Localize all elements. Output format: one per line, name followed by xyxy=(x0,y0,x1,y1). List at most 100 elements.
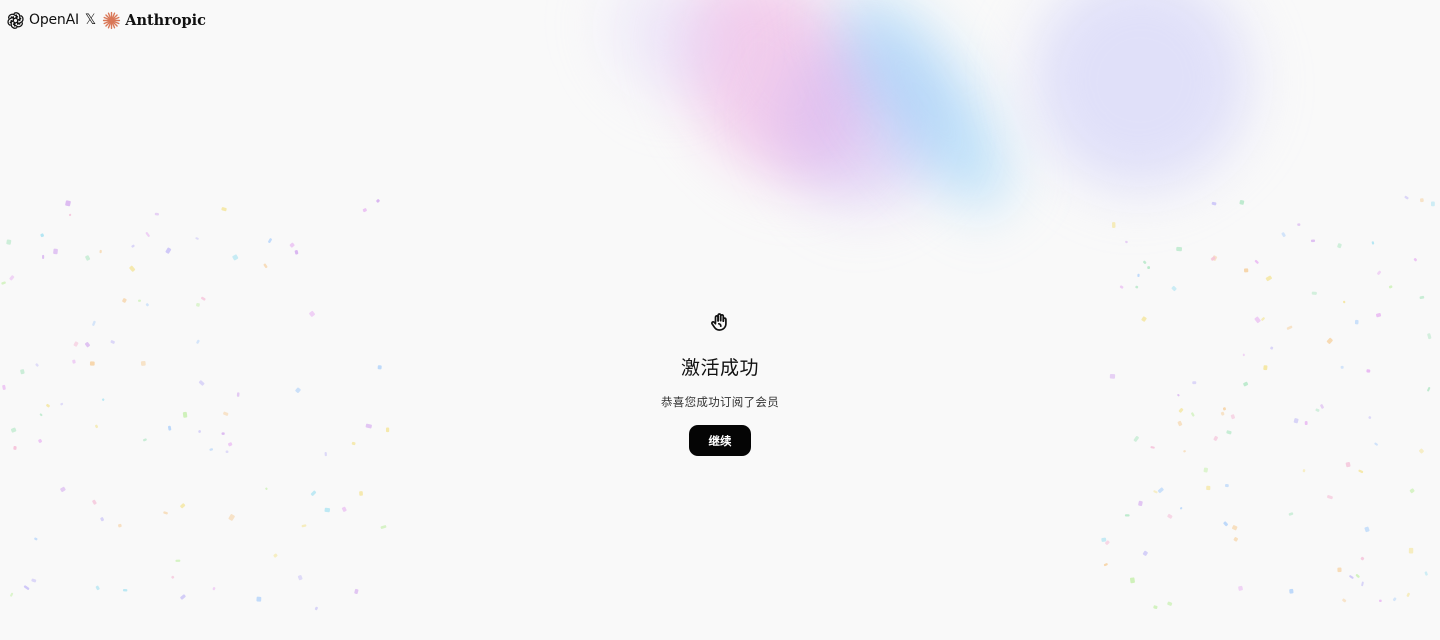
openai-wordmark: OpenAI xyxy=(29,12,79,28)
background-glow-soft xyxy=(582,0,748,120)
confetti-piece xyxy=(1409,488,1415,494)
openai-logo-icon xyxy=(6,11,25,30)
confetti-piece xyxy=(263,263,268,269)
confetti-piece xyxy=(129,265,136,272)
confetti-piece xyxy=(31,578,37,583)
confetti-piece xyxy=(165,247,172,254)
confetti-piece xyxy=(40,233,44,238)
confetti-piece xyxy=(1378,599,1382,603)
confetti-piece xyxy=(42,254,45,260)
confetti-piece xyxy=(1105,540,1110,545)
confetti-piece xyxy=(1243,268,1249,273)
confetti-piece xyxy=(359,491,363,496)
confetti-piece xyxy=(301,524,307,528)
confetti-piece xyxy=(1238,585,1243,591)
confetti-piece xyxy=(9,275,15,281)
confetti-piece xyxy=(145,303,149,307)
confetti-piece xyxy=(1377,270,1382,275)
confetti-piece xyxy=(1223,521,1228,527)
confetti-piece xyxy=(1392,597,1397,602)
confetti-piece xyxy=(1239,199,1245,205)
confetti-piece xyxy=(1358,469,1364,474)
confetti-piece xyxy=(1143,260,1147,264)
confetti-piece xyxy=(1431,201,1435,207)
confetti-piece xyxy=(1364,526,1370,533)
confetti-piece xyxy=(53,248,58,255)
confetti-piece xyxy=(1210,256,1216,261)
confetti-piece xyxy=(221,207,227,212)
confetti-piece xyxy=(1388,285,1393,289)
confetti-piece xyxy=(1124,514,1130,517)
confetti-piece xyxy=(195,237,199,240)
confetti-piece xyxy=(1180,507,1183,510)
confetti-piece xyxy=(1337,243,1342,249)
confetti-piece xyxy=(122,589,128,592)
success-message: 恭喜您成功订阅了会员 xyxy=(661,395,779,409)
confetti-piece xyxy=(341,506,347,512)
brand-bar: OpenAI 𝕏 Anthropic xyxy=(6,10,206,30)
confetti-piece xyxy=(1167,601,1173,606)
confetti-piece xyxy=(180,594,186,600)
background-glow-lavender xyxy=(989,0,1291,231)
confetti-piece xyxy=(1413,258,1417,262)
activation-success-panel: 激活成功 恭喜您成功订阅了会员 继续 xyxy=(0,310,1440,456)
confetti-piece xyxy=(1408,547,1414,554)
background-glow-pink xyxy=(639,0,911,218)
confetti-piece xyxy=(1167,513,1173,519)
confetti-piece xyxy=(180,503,186,509)
confetti-piece xyxy=(92,499,97,505)
confetti-piece xyxy=(1254,259,1259,264)
confetti-piece xyxy=(324,507,331,513)
hand-icon xyxy=(708,310,732,334)
confetti-piece xyxy=(6,239,12,245)
x-separator: 𝕏 xyxy=(84,12,97,28)
confetti-piece xyxy=(1424,571,1428,576)
confetti-piece xyxy=(138,299,142,302)
background-glow-blue xyxy=(813,0,1037,233)
confetti-piece xyxy=(376,199,380,203)
confetti-piece xyxy=(265,487,268,490)
page-title: 激活成功 xyxy=(680,357,759,379)
confetti-piece xyxy=(1171,285,1177,292)
confetti-piece xyxy=(60,486,66,492)
continue-button[interactable]: 继续 xyxy=(689,425,751,456)
confetti-piece xyxy=(380,525,387,529)
anthropic-wordmark: Anthropic xyxy=(125,11,207,29)
confetti-piece xyxy=(1342,300,1346,304)
confetti-piece xyxy=(1327,495,1333,500)
confetti-piece xyxy=(1153,490,1158,494)
confetti-piece xyxy=(1345,461,1351,468)
confetti-piece xyxy=(212,587,216,591)
confetti-piece xyxy=(232,254,239,261)
confetti-piece xyxy=(131,244,135,248)
confetti-piece xyxy=(1342,598,1347,603)
confetti-piece xyxy=(1142,550,1148,556)
confetti-piece xyxy=(1404,195,1409,200)
confetti-piece xyxy=(1288,512,1294,516)
confetti-piece xyxy=(1129,577,1135,584)
confetti-piece xyxy=(1265,275,1272,282)
confetti-piece xyxy=(1371,241,1375,245)
confetti-piece xyxy=(145,231,150,237)
confetti-piece xyxy=(23,585,30,590)
confetti-piece xyxy=(1153,605,1158,610)
confetti-piece xyxy=(1419,295,1425,300)
confetti-piece xyxy=(65,200,71,207)
confetti-piece xyxy=(100,517,104,522)
confetti-piece xyxy=(1203,467,1208,473)
confetti-piece xyxy=(1147,266,1151,269)
confetti-piece xyxy=(1119,285,1124,289)
confetti-piece xyxy=(354,588,359,595)
confetti-piece xyxy=(95,585,100,591)
confetti-piece xyxy=(118,523,122,528)
confetti-piece xyxy=(297,575,303,581)
confetti-piece xyxy=(289,242,295,248)
confetti-piece xyxy=(34,537,38,541)
confetti-piece xyxy=(1406,592,1410,597)
confetti-piece xyxy=(1157,487,1164,494)
confetti-piece xyxy=(122,298,127,303)
confetti-piece xyxy=(294,250,299,255)
confetti-piece xyxy=(1211,201,1217,206)
confetti-piece xyxy=(314,606,318,611)
confetti-piece xyxy=(228,514,235,521)
